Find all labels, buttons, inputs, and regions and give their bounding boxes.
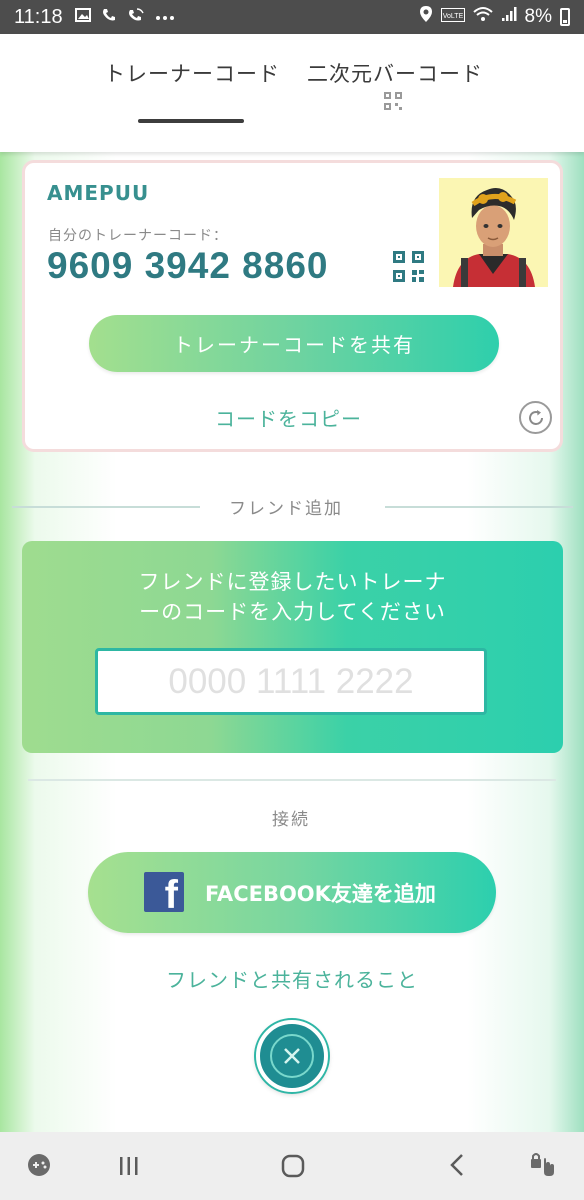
battery-percent: 8% bbox=[524, 6, 552, 27]
share-trainer-code-button[interactable]: トレーナーコードを共有 bbox=[89, 315, 499, 372]
location-icon bbox=[419, 5, 433, 29]
game-tools-icon[interactable] bbox=[26, 1152, 52, 1185]
divider-left bbox=[12, 506, 200, 508]
copy-code-link[interactable]: コードをコピー bbox=[215, 403, 362, 432]
trainer-code-label: 自分のトレーナーコード： bbox=[48, 228, 228, 244]
shared-with-friends-link[interactable]: フレンドと共有されること bbox=[0, 964, 584, 993]
friend-code-input[interactable] bbox=[95, 648, 487, 715]
facebook-icon: f bbox=[144, 872, 184, 912]
friend-add-instruction: フレンドに登録したいトレーナ ーのコードを入力してください bbox=[22, 567, 563, 627]
volte-icon: VoLTE bbox=[440, 6, 465, 28]
signal-icon bbox=[501, 6, 517, 28]
qr-code-icon[interactable] bbox=[384, 92, 402, 114]
call-icon bbox=[101, 7, 117, 28]
connect-label: 接続 bbox=[272, 810, 310, 830]
touch-lock-icon[interactable] bbox=[528, 1150, 556, 1185]
instruction-line-1: フレンドに登録したいトレーナ bbox=[138, 570, 447, 594]
wifi-call-icon bbox=[127, 7, 145, 28]
close-icon bbox=[270, 1034, 314, 1078]
recent-apps-icon[interactable] bbox=[118, 1154, 140, 1184]
trainer-code: 9609 3942 8860 bbox=[47, 245, 329, 286]
trainer-card: AMEPUU 自分のトレーナーコード： 9609 3942 8860 トレーナー… bbox=[22, 160, 563, 452]
svg-text:VoLTE: VoLTE bbox=[442, 13, 463, 20]
trainer-avatar bbox=[439, 178, 548, 287]
tab-trainer-code[interactable]: トレーナーコード bbox=[104, 58, 280, 88]
tab-active-indicator bbox=[138, 119, 244, 123]
tab-qr-code[interactable]: 二次元バーコード bbox=[307, 58, 483, 88]
back-icon[interactable] bbox=[448, 1153, 466, 1184]
trainer-name: AMEPUU bbox=[47, 181, 150, 205]
add-facebook-friends-button[interactable]: f FACEBOOK友達を追加 bbox=[88, 852, 496, 933]
navigation-bar bbox=[0, 1132, 584, 1200]
facebook-button-label: FACEBOOK友達を追加 bbox=[205, 882, 436, 906]
divider-connect bbox=[28, 779, 556, 781]
image-icon bbox=[74, 7, 91, 27]
battery-icon bbox=[560, 8, 570, 26]
status-bar: 11:18 VoLTE 8% bbox=[0, 0, 584, 34]
refresh-icon[interactable] bbox=[519, 401, 552, 434]
close-button[interactable] bbox=[256, 1020, 328, 1092]
qr-code-icon[interactable] bbox=[393, 251, 424, 286]
instruction-line-2: ーのコードを入力してください bbox=[139, 600, 446, 624]
home-icon[interactable] bbox=[281, 1154, 305, 1185]
divider-right bbox=[385, 506, 573, 508]
wifi-icon bbox=[472, 6, 493, 28]
more-dots-icon bbox=[155, 8, 175, 26]
friend-add-panel: フレンドに登録したいトレーナ ーのコードを入力してください bbox=[22, 541, 563, 753]
status-time: 11:18 bbox=[14, 5, 63, 28]
tab-bar: トレーナーコード 二次元バーコード bbox=[0, 34, 584, 152]
friend-add-label: フレンド追加 bbox=[229, 499, 343, 519]
